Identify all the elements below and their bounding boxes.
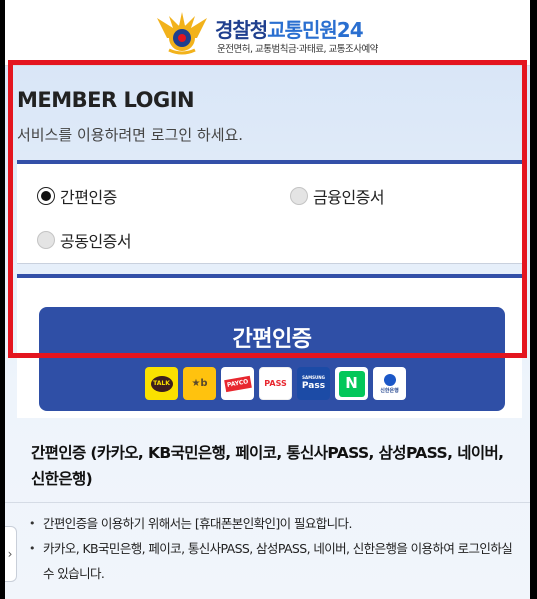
kakao-icon: TALK [145, 367, 178, 400]
kb-icon: ★b [183, 367, 216, 400]
brand-main: 경찰청 [215, 18, 268, 42]
site-header: 경찰청교통민원24 운전면허, 교통범칙금·과태료, 교통조사예약 [5, 0, 530, 66]
info-bullet-list: 간편인증을 이용하기 위해서는 [휴대폰본인확인]이 필요합니다. 카카오, K… [29, 511, 519, 586]
side-panel-toggle[interactable]: › [5, 526, 17, 582]
site-logo-title[interactable]: 경찰청교통민원24 [215, 14, 364, 43]
shinhan-icon: 신한은행 [373, 367, 406, 400]
pass-icon: PASS [259, 367, 292, 400]
police-emblem-icon [157, 12, 207, 55]
provider-icons: TALK ★b PAYCO PASS SAMSUNG Pass N 신한은행 [145, 367, 406, 400]
chevron-right-icon: › [7, 547, 13, 561]
page-frame: 경찰청교통민원24 운전면허, 교통범칙금·과태료, 교통조사예약 MEMBER… [5, 0, 530, 599]
naver-icon: N [335, 367, 368, 400]
payco-icon: PAYCO [221, 367, 254, 400]
list-item: 간편인증을 이용하기 위해서는 [휴대폰본인확인]이 필요합니다. [29, 511, 519, 536]
info-title: 간편인증 (카카오, KB국민은행, 페이코, 통신사PASS, 삼성PASS,… [31, 444, 504, 488]
divider [5, 502, 530, 503]
highlight-box [8, 60, 527, 358]
list-item: 카카오, KB국민은행, 페이코, 통신사PASS, 삼성PASS, 네이버, … [29, 536, 519, 586]
brand-accent: 교통민원24 [267, 18, 363, 42]
samsung-pass-icon: SAMSUNG Pass [297, 367, 330, 400]
site-subtitle: 운전면허, 교통범칙금·과태료, 교통조사예약 [217, 44, 378, 55]
